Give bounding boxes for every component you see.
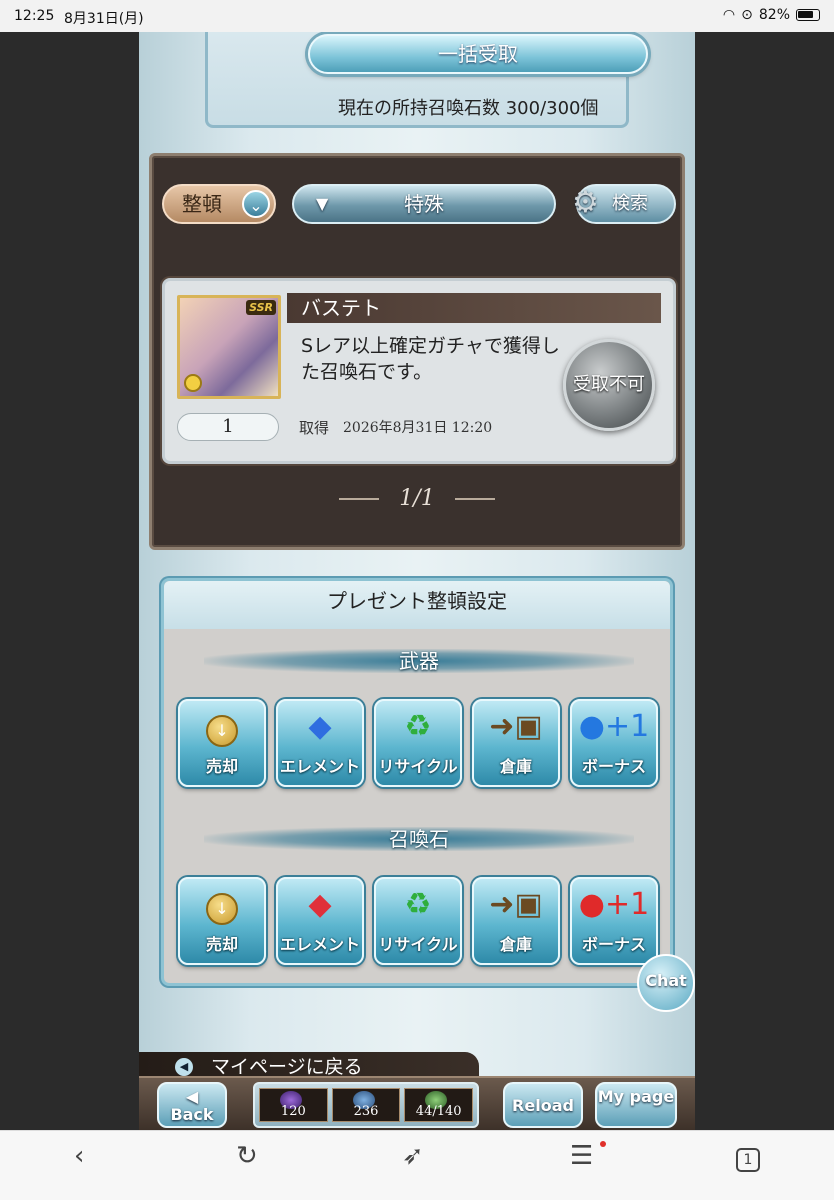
sort-button[interactable]: 整頓 ⌄ — [162, 184, 276, 224]
recycle-icon: ♻ — [404, 887, 432, 922]
tab-count: 1 — [736, 1148, 760, 1172]
present-item: SSR バステト Sレア以上確定ガチャで獲得した召喚石です。 1 取得 2026… — [162, 278, 676, 464]
chat-button[interactable]: Chat — [637, 954, 695, 1012]
summon-button-row: ↓ 売却 ◆ エレメント ♻ リサイクル ➜▣ 倉庫 ●+1 ボーナス — [178, 877, 658, 965]
back-arrow-icon: ◀ — [185, 1087, 199, 1106]
present-sort-settings: プレゼント整頓設定 武器 ↓ 売却 ◆ エレメント ♻ リサイクル ➜▣ 倉庫 … — [161, 578, 673, 986]
storage-icon: ➜▣ — [489, 709, 543, 744]
search-label: 検索 — [612, 193, 648, 214]
rotation-lock-icon: ⊙ — [741, 7, 753, 23]
summon-bonus-button[interactable]: ●+1 ボーナス — [570, 877, 658, 965]
bonus-plus-one-icon: ●+1 — [578, 887, 650, 922]
status-time: 12:25 — [14, 8, 55, 24]
summon-section-title: 召喚石 — [204, 827, 634, 851]
summon-sell-button[interactable]: ↓ 売却 — [178, 877, 266, 965]
receive-disabled-button: 受取不可 — [563, 339, 655, 431]
coin-icon: ↓ — [206, 715, 238, 747]
red-gem-icon: ◆ — [308, 887, 332, 922]
refresh-icon[interactable]: ↻ — [236, 1141, 258, 1171]
weapon-sell-label: 売却 — [205, 757, 238, 776]
rarity-badge: SSR — [246, 300, 276, 315]
notification-dot — [600, 1141, 606, 1147]
item-description: Sレア以上確定ガチャで獲得した召喚石です。 — [301, 335, 560, 383]
back-button[interactable]: ◀ Back — [157, 1082, 227, 1128]
status-right: ◠ ⊙ 82% — [723, 7, 820, 23]
rocket-icon[interactable]: ➶ — [402, 1141, 424, 1171]
summon-element-button[interactable]: ◆ エレメント — [276, 877, 364, 965]
filter-dropdown[interactable]: ▼ 特殊 — [292, 184, 556, 224]
weapon-recycle-label: リサイクル — [378, 757, 458, 776]
prev-page-arrow[interactable] — [339, 498, 380, 500]
game-footer: ◀ Back 120 236 44/140 Reload My page — [139, 1076, 695, 1130]
counter-tickets-value: 236 — [353, 1104, 379, 1119]
receive-all-button[interactable]: 一括受取 — [308, 34, 648, 74]
battery-percent: 82% — [758, 7, 790, 23]
tabs-button[interactable]: 1 — [736, 1141, 760, 1172]
weapon-bonus-button[interactable]: ●+1 ボーナス — [570, 699, 658, 787]
chevron-down-icon: ⌄ — [242, 190, 270, 218]
counter-tickets: 236 — [331, 1088, 401, 1122]
present-list-panel: 整頓 ⌄ ▼ 特殊 ⚙ 検索 SSR バステト Sレア以上確定ガチャで獲得した召… — [149, 153, 685, 550]
wifi-icon: ◠ — [722, 7, 736, 23]
recycle-icon: ♻ — [404, 709, 432, 744]
game-viewport: 一括受取 現在の所持召喚石数 300/300個 整頓 ⌄ ▼ 特殊 ⚙ 検索 S… — [139, 32, 695, 1130]
page-indicator: 1/1 — [399, 486, 435, 511]
sort-label: 整頓 — [182, 192, 222, 216]
summon-element-label: エレメント — [279, 935, 360, 954]
left-letterbox — [0, 32, 139, 1130]
element-light-icon — [184, 374, 202, 392]
item-name: バステト — [287, 293, 661, 323]
menu-icon[interactable]: ☰ — [570, 1141, 593, 1171]
pagination: 1/1 — [152, 486, 682, 511]
item-quantity: 1 — [177, 413, 279, 441]
next-page-arrow[interactable] — [454, 498, 495, 500]
coin-icon: ↓ — [206, 893, 238, 925]
receive-panel: 一括受取 現在の所持召喚石数 300/300個 — [205, 32, 648, 128]
counter-crystals: 120 — [259, 1088, 328, 1122]
weapon-bonus-label: ボーナス — [581, 757, 646, 776]
bonus-plus-one-icon: ●+1 — [578, 709, 650, 744]
acquired-label: 取得 — [299, 419, 330, 437]
counter-crystals-value: 120 — [280, 1104, 306, 1119]
right-letterbox — [695, 32, 834, 1130]
weapon-button-row: ↓ 売却 ◆ エレメント ♻ リサイクル ➜▣ 倉庫 ●+1 ボーナス — [178, 699, 658, 787]
weapon-storage-button[interactable]: ➜▣ 倉庫 — [472, 699, 560, 787]
blue-gem-icon: ◆ — [308, 709, 332, 744]
summon-thumbnail: SSR — [177, 295, 281, 399]
reload-button[interactable]: Reload — [503, 1082, 583, 1128]
weapon-element-button[interactable]: ◆ エレメント — [276, 699, 364, 787]
chevron-left-icon[interactable]: ‹ — [74, 1141, 84, 1171]
status-date: 8月31日(月) — [64, 11, 144, 27]
gear-icon: ⚙ — [572, 185, 599, 220]
weapon-storage-label: 倉庫 — [499, 757, 532, 776]
dropdown-triangle-icon: ▼ — [316, 194, 329, 213]
summon-recycle-label: リサイクル — [378, 935, 458, 954]
status-bar: 12:25 8月31日(月) ◠ ⊙ 82% — [0, 0, 834, 32]
summon-recycle-button[interactable]: ♻ リサイクル — [374, 877, 462, 965]
summon-stone-count: 現在の所持召喚石数 300/300個 — [338, 98, 599, 119]
filter-label: 特殊 — [404, 192, 444, 216]
mypage-button[interactable]: My page — [595, 1082, 677, 1128]
counter-ap-value: 44/140 — [415, 1104, 462, 1119]
battery-icon — [796, 9, 820, 21]
counter-ap: 44/140 — [404, 1088, 474, 1122]
summon-storage-label: 倉庫 — [499, 935, 532, 954]
weapon-sell-button[interactable]: ↓ 売却 — [178, 699, 266, 787]
weapon-recycle-button[interactable]: ♻ リサイクル — [374, 699, 462, 787]
weapon-section-title: 武器 — [204, 649, 634, 673]
back-label: Back — [170, 1105, 214, 1124]
settings-title: プレゼント整頓設定 — [164, 581, 670, 629]
resource-counters: 120 236 44/140 — [253, 1082, 479, 1128]
summon-sell-label: 売却 — [205, 935, 238, 954]
search-button[interactable]: ⚙ 検索 — [572, 184, 676, 224]
summon-bonus-label: ボーナス — [581, 935, 646, 954]
storage-icon: ➜▣ — [489, 887, 543, 922]
summon-storage-button[interactable]: ➜▣ 倉庫 — [472, 877, 560, 965]
arrow-left-icon: ◀ — [175, 1058, 193, 1076]
acquired-date: 2026年8月31日 12:20 — [343, 420, 493, 436]
back-to-mypage-label: マイページに戻る — [211, 1056, 363, 1078]
weapon-element-label: エレメント — [279, 757, 360, 776]
browser-toolbar: ‹ ↻ ➶ ☰ 1 — [0, 1130, 834, 1200]
